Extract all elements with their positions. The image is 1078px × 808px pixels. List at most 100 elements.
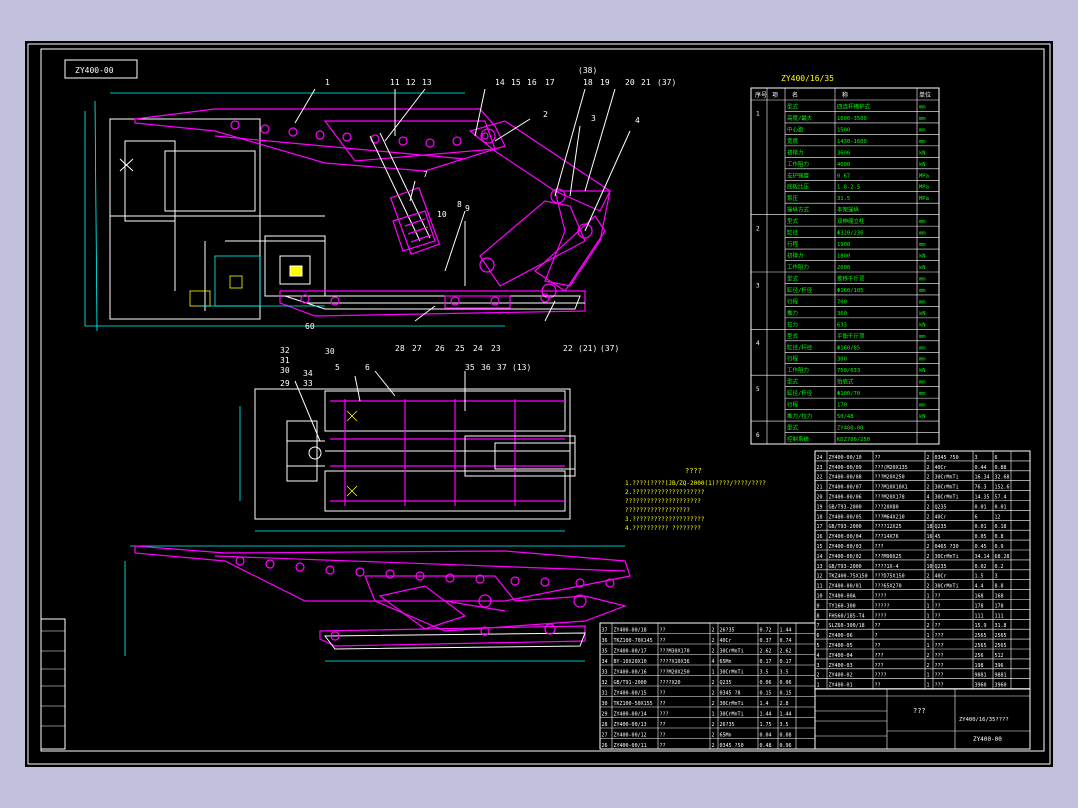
bom-row: 15 ZY400-00/03??? 2 0465 ?30 0.45 0.9 <box>815 544 1030 551</box>
bom-cell: ?? <box>660 638 666 644</box>
spec-unit: mm <box>919 403 926 409</box>
bom-cell: ???20X80 <box>875 504 899 510</box>
spec-row: 行程 700 mm <box>785 294 939 305</box>
bom-cell: 30 <box>602 701 608 707</box>
spec-value: ZY400-00 <box>837 426 864 432</box>
callout-label: 6 <box>365 363 370 372</box>
bom-cell: 2 <box>817 673 820 679</box>
bom-cell: 3.5 <box>780 670 789 676</box>
bom-cell: GB/T93-2000 <box>829 524 862 530</box>
spec-unit: kN <box>919 368 926 374</box>
bom-cell: 30CrMnTi <box>720 701 744 707</box>
bom-cell: ???M64X210 <box>875 514 905 520</box>
bom-cell: 1 <box>927 683 930 689</box>
callout-label: 33 <box>303 379 313 388</box>
outer-border <box>27 43 1051 765</box>
bom-cell: ??? <box>935 643 944 649</box>
plan-view <box>239 370 576 532</box>
bom-cell: 0.37 <box>760 638 772 644</box>
bom-cell: 178 <box>975 603 984 609</box>
callout-label: 25 <box>455 344 465 353</box>
bom-cell: 65Mn <box>720 733 732 739</box>
bom-cell: 18 <box>817 514 823 520</box>
code-box-text: ZY400-00 <box>75 66 114 75</box>
bom-cell: 30CrMnTi <box>935 554 959 560</box>
bom-cell: ?? <box>660 722 666 728</box>
callout-label: 37 <box>497 363 507 372</box>
bom-cell: ZY400-00/10 <box>829 455 862 461</box>
bom-cell: 68.28 <box>995 554 1010 560</box>
bom-cell: ZY400-00/06 <box>829 495 862 501</box>
spec-label: 缸径 <box>787 229 799 237</box>
callout-label: 22 <box>563 344 573 353</box>
bom-cell: 152.6 <box>995 485 1010 491</box>
bom-cell: ?? <box>935 623 941 629</box>
bom-cell: 3.5 <box>760 670 769 676</box>
callout-label: 9 <box>465 204 470 213</box>
bom-cell: ZY400-00/02 <box>829 554 862 560</box>
bom-cell: 0.01 <box>975 524 987 530</box>
bom-cell: 21 <box>817 485 823 491</box>
spec-unit: kN <box>919 414 926 420</box>
bom-cell: 2 <box>927 653 930 659</box>
bom-cell: 19 <box>817 504 823 510</box>
spec-unit: kN <box>919 254 926 260</box>
bom-row: 35 ZY400-00/17 ???M30X170 2 30CrMnTi 2.62 2.62 <box>600 649 815 655</box>
drawing-sheet: ZY400-00 60 30 1 11 12 13 14 15 16 17(38… <box>27 43 1051 765</box>
bom-cell: 2 <box>712 743 715 749</box>
callout-label: 31 <box>280 356 290 365</box>
callout-label: 35 <box>465 363 475 372</box>
spec-row: 行程 300 mm <box>785 351 939 363</box>
inner-border <box>40 48 1045 752</box>
bom-cell: 0.48 <box>760 743 772 749</box>
note-line: 3.???????????????????? <box>625 516 705 523</box>
bom-cell: Q235 <box>935 564 947 570</box>
bom-cell: 0.9 <box>995 544 1004 550</box>
callout-label: (13) <box>512 363 531 372</box>
bom-cell: 2 <box>712 722 715 728</box>
bom-row: 36 TKZ100-70X145?? 2 40Cr 0.37 0.74 <box>600 638 815 645</box>
spec-row: 控制系统 KDZ700/250 <box>785 432 939 443</box>
bom-cell: 1.44 <box>780 712 792 718</box>
bom-cell: ??? <box>935 633 944 639</box>
bom-cell: 0.18 <box>995 524 1007 530</box>
spec-group-number: 3 <box>756 283 760 290</box>
note-line: 4.?????????? ???????? <box>625 525 701 532</box>
spec-unit: mm <box>919 139 926 145</box>
bom-cell: 2 <box>712 733 715 739</box>
bom-cell: 2565 <box>995 643 1007 649</box>
callout-label: 18 <box>583 78 593 87</box>
bom-cell: ????12X25 <box>875 524 902 530</box>
bom-cell: 2 <box>927 574 930 580</box>
spec-label: 底板比压 <box>787 183 810 191</box>
bom-cell: 15 <box>817 544 823 550</box>
bom-cell: 0345 ?8 <box>720 691 741 697</box>
spec-row: 操纵方式 本架操纵 <box>785 202 939 214</box>
bom-cell: 40Cr <box>935 574 947 580</box>
spec-row: 初撑力 3600 kN <box>785 145 939 156</box>
spec-unit: kN <box>919 162 926 168</box>
callout-label: 3 <box>591 114 596 123</box>
bom-cell: 18 <box>927 524 933 530</box>
bom-cell: 168 <box>975 594 984 600</box>
bom-row: 27 ZY400-00/12?? 2 65Mn 0.04 0.08 <box>600 733 815 739</box>
bom-cell: ?? <box>935 613 941 619</box>
spec-value: 1600-3500 <box>837 116 867 122</box>
spec-row: 底板比压 1.8-2.5 MPa <box>785 179 939 191</box>
bom-row: 20 ZY400-00/06 ???M20X178 4 30CrMnTi 14.35 57.… <box>815 495 1030 501</box>
spec-unit: mm <box>919 104 926 110</box>
spec-value: 推移千斤顶 <box>837 274 865 282</box>
bom-cell: 178 <box>995 603 1004 609</box>
bom-cell: 30CrMnTi <box>720 649 744 655</box>
bom-row: 29 ZY400-00/14??? 1 30CrMnTi 1.44 1.44 <box>600 712 815 718</box>
bom-row: 21 ZY400-00/07 ???M10X10X1 2 30CrMnTi 76.3 152… <box>815 485 1030 491</box>
bom-cell: ?? <box>660 628 666 634</box>
spec-unit: mm <box>919 127 926 133</box>
callout-label: 32 <box>280 346 290 355</box>
bom-cell: 2 <box>927 554 930 560</box>
bom-cell: 16 <box>817 534 823 540</box>
bom-cell: ???(M20X135 <box>875 465 908 471</box>
bom-cell: 0.45 <box>975 544 987 550</box>
bom-cell: 33 <box>602 670 608 676</box>
bom-row: 3 ZY400-03??? 2??? 198 396 <box>815 663 1030 670</box>
